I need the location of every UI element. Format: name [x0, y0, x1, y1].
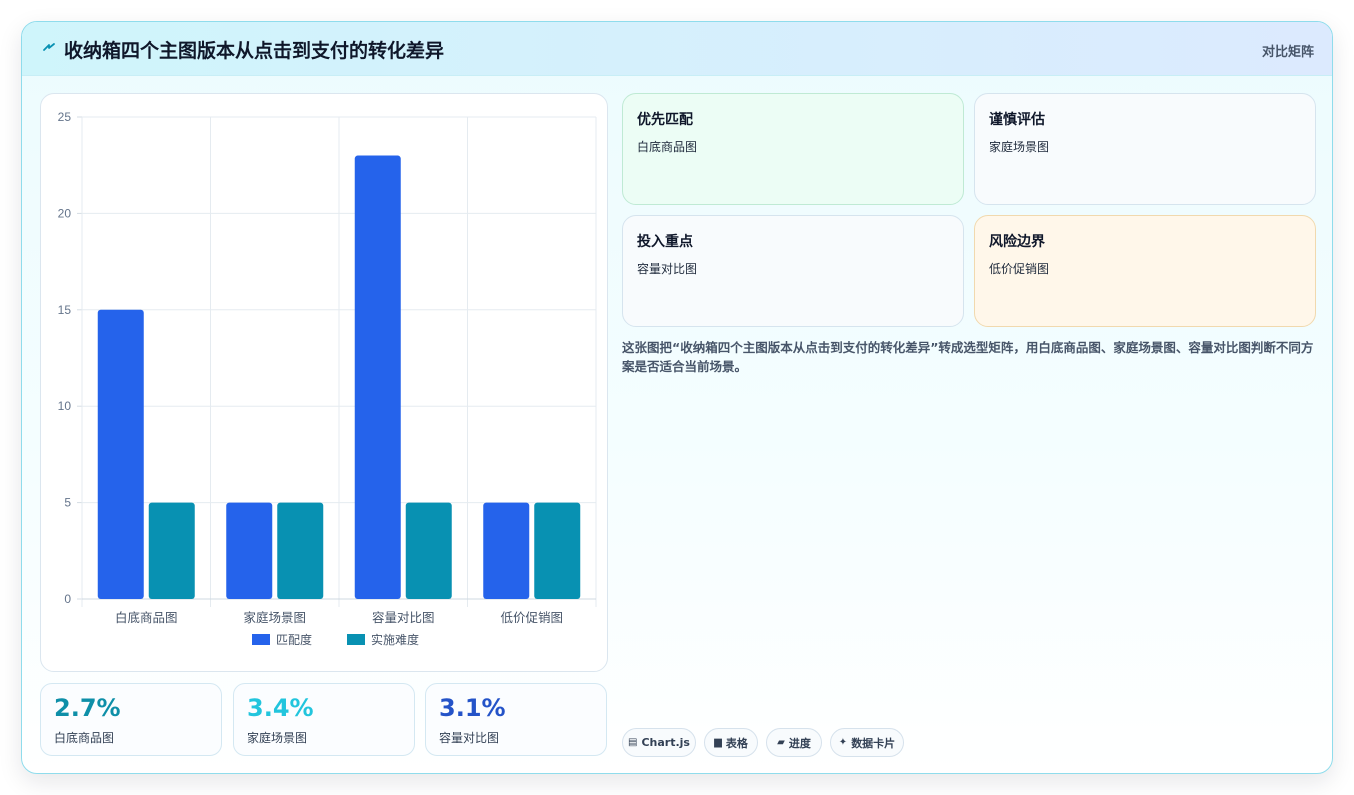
x-tick-label: 容量对比图: [372, 610, 435, 625]
chip-table[interactable]: ▆ 表格: [704, 728, 758, 757]
y-tick-label: 15: [58, 303, 72, 317]
kpi-card-1: 2.7% 白底商品图: [40, 683, 222, 756]
kpi-value: 2.7%: [54, 694, 121, 722]
panel-careful-eval: 谨慎评估 家庭场景图: [974, 93, 1316, 205]
chip-chartjs[interactable]: ▤ Chart.js: [622, 728, 696, 757]
bar: [226, 502, 273, 599]
panel-title: 投入重点: [637, 234, 693, 250]
bar: [354, 155, 401, 599]
x-tick-label: 家庭场景图: [243, 610, 306, 625]
y-tick-label: 20: [58, 206, 72, 220]
panel-title: 风险边界: [989, 234, 1045, 250]
table-icon: ▆: [714, 737, 722, 748]
x-tick-label: 低价促销图: [500, 610, 563, 625]
kpi-value: 3.1%: [439, 694, 506, 722]
panel-priority-match: 优先匹配 白底商品图: [622, 93, 964, 205]
chip-progress[interactable]: ▰ 进度: [766, 728, 822, 757]
page-title: 收纳箱四个主图版本从点击到支付的转化差异: [64, 40, 445, 62]
bar: [277, 502, 324, 599]
legend-swatch: [252, 634, 270, 645]
chip-label: 进度: [788, 736, 811, 750]
progress-icon: ▰: [777, 737, 785, 748]
main-card: 收纳箱四个主图版本从点击到支付的转化差异 对比矩阵 0 5 10 15 20 25 白底商品…: [21, 21, 1333, 774]
chart-icon: ▤: [628, 737, 638, 748]
chip-label: 数据卡片: [851, 736, 896, 750]
kpi-label: 家庭场景图: [247, 731, 308, 745]
chip-data-card[interactable]: ✦ 数据卡片: [830, 728, 904, 757]
chip-label: Chart.js: [641, 736, 690, 749]
legend-swatch: [347, 634, 365, 645]
kpi-card-3: 3.1% 容量对比图: [425, 683, 607, 756]
bar: [483, 502, 530, 599]
panel-value: 低价促销图: [989, 262, 1050, 276]
panel-value: 白底商品图: [637, 140, 698, 154]
legend-label: 实施难度: [371, 632, 419, 647]
bar: [148, 502, 195, 599]
chip-label: 表格: [725, 736, 748, 750]
bar: [97, 309, 144, 599]
kpi-card-2: 3.4% 家庭场景图: [233, 683, 415, 756]
header-bar: 收纳箱四个主图版本从点击到支付的转化差异 对比矩阵: [22, 22, 1332, 76]
y-tick-label: 25: [58, 110, 72, 124]
panel-investment-focus: 投入重点 容量对比图: [622, 215, 964, 327]
data-card-icon: ✦: [838, 737, 848, 748]
y-tick-label: 5: [64, 496, 71, 510]
y-tick-label: 0: [64, 592, 71, 606]
panel-value: 家庭场景图: [989, 140, 1050, 154]
bar: [534, 502, 581, 599]
panel-title: 优先匹配: [637, 112, 693, 128]
matrix-label: 对比矩阵: [1261, 45, 1314, 60]
kpi-label: 白底商品图: [54, 731, 115, 745]
panel-value: 容量对比图: [637, 262, 698, 276]
bar: [405, 502, 452, 599]
bar-chart: 0 5 10 15 20 25 白底商品图 家庭场景图 容量对比图 低价促销图匹配度 实施难度: [58, 110, 597, 647]
y-tick-label: 10: [58, 399, 72, 413]
panel-risk-boundary: 风险边界 低价促销图: [974, 215, 1316, 327]
panel-title: 谨慎评估: [989, 112, 1045, 128]
kpi-value: 3.4%: [247, 694, 314, 722]
lightning-icon: [43, 43, 55, 51]
kpi-label: 容量对比图: [439, 731, 500, 745]
legend-label: 匹配度: [276, 632, 312, 647]
description-text: 这张图把“收纳箱四个主图版本从点击到支付的转化差异”转成选型矩阵，用白底商品图、…: [622, 340, 1314, 374]
bar-chart-card: 0 5 10 15 20 25 白底商品图 家庭场景图 容量对比图 低价促销图匹配度 实施难度: [40, 93, 608, 672]
x-tick-label: 白底商品图: [115, 610, 178, 625]
